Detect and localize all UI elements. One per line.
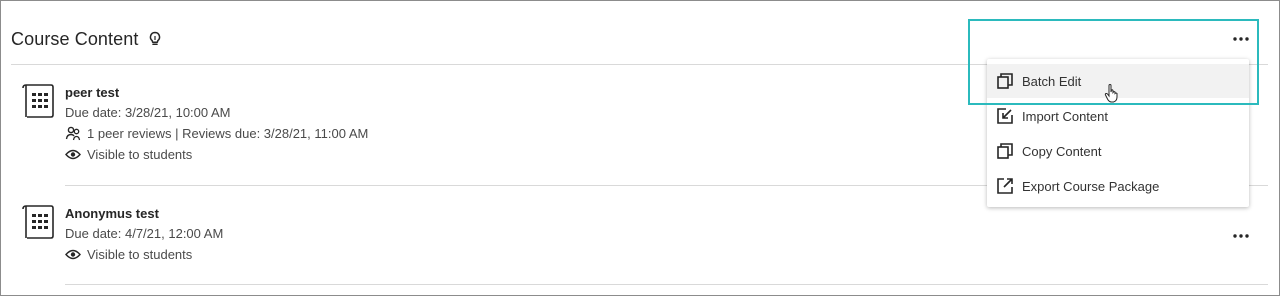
menu-item-export-course-package[interactable]: Export Course Package [987,169,1249,203]
item-more-options-button[interactable] [1230,227,1252,245]
item-divider [65,284,1268,285]
import-icon [997,108,1013,124]
item-title-link[interactable]: Anonymus test [65,205,223,223]
menu-item-label: Copy Content [1022,143,1102,159]
hand-cursor-icon [1104,83,1120,108]
item-title-link[interactable]: peer test [65,84,368,102]
eye-icon [65,149,81,160]
menu-item-label: Export Course Package [1022,178,1160,194]
export-icon [997,178,1013,194]
page-title: Course Content [11,28,139,49]
more-options-menu: Batch Edit Import Content Copy Content E… [987,59,1249,207]
lightbulb-icon[interactable] [148,31,162,47]
visibility-status[interactable]: Visible to students [65,244,223,265]
course-content-header: Course Content [11,26,162,52]
menu-item-label: Batch Edit [1022,73,1082,89]
copy-icon [997,143,1013,159]
eye-icon [65,249,81,260]
assignment-icon [22,84,55,125]
visibility-status[interactable]: Visible to students [65,144,368,165]
due-date: Due date: 4/7/21, 12:00 AM [65,226,224,241]
more-options-button[interactable] [1230,30,1252,48]
assignment-icon [22,205,55,246]
batch-edit-icon [997,73,1013,89]
menu-item-label: Import Content [1022,108,1108,124]
peer-review-info: 1 peer reviews | Reviews due: 3/28/21, 1… [65,123,368,144]
peer-review-icon [65,126,81,141]
due-date: Due date: 3/28/21, 10:00 AM [65,105,231,120]
menu-item-copy-content[interactable]: Copy Content [987,134,1249,168]
